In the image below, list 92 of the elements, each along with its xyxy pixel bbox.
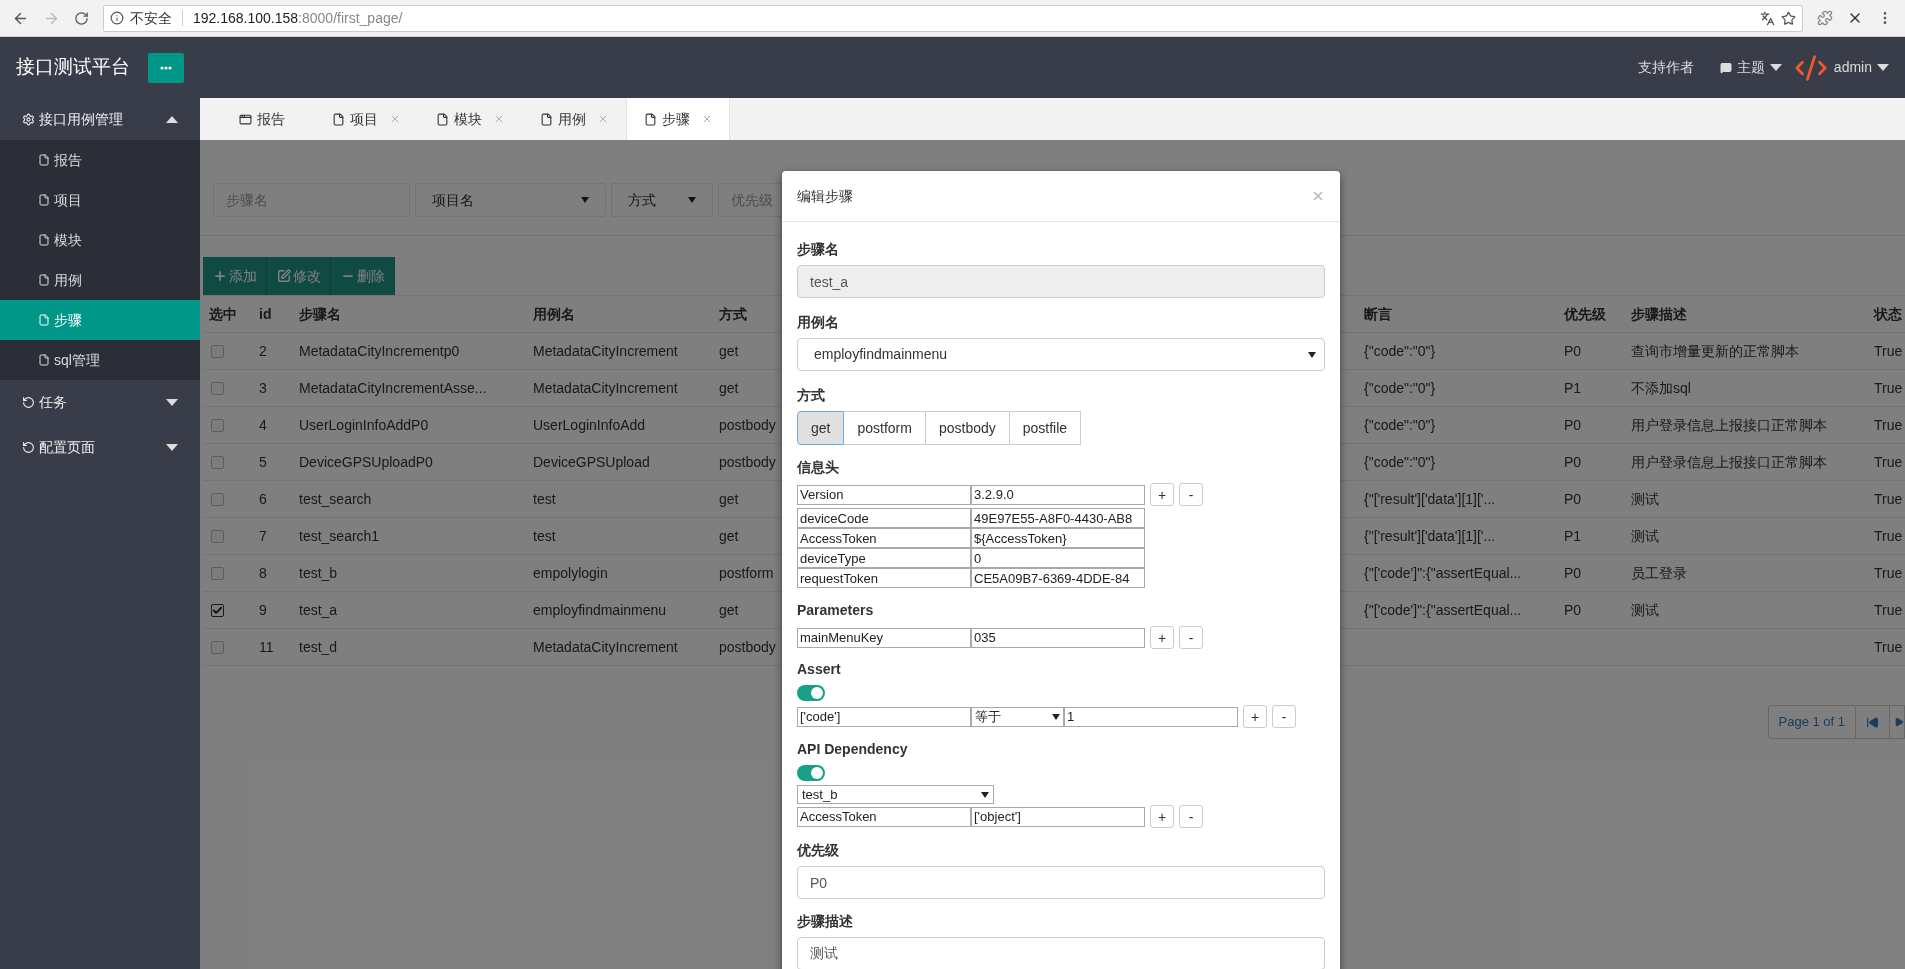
table-cell-text: True <box>1873 415 1904 435</box>
field-label: 步骤名 <box>797 240 840 259</box>
table-cell-text: True <box>1873 526 1904 546</box>
column-header: 状态 <box>1872 304 1903 324</box>
table-cell-text: 3 <box>258 378 268 398</box>
table-cell-text: DeviceGPSUploadP0 <box>298 452 434 472</box>
column-header: id <box>258 304 273 324</box>
table-cell-text: 不添加sql <box>1630 378 1692 398</box>
table-cell-text: get <box>718 341 740 361</box>
table-cell-text: UserLoginInfoAddP0 <box>298 415 430 435</box>
table-cell-text: MetadataCityIncrementAsse... <box>298 378 488 398</box>
table-cell-text: test_a <box>298 600 339 620</box>
table-cell-text: {"code":"0"} <box>1363 415 1437 435</box>
table-cell-text: P0 <box>1563 452 1583 472</box>
table-cell-text: MetadataCityIncrement <box>532 378 679 398</box>
table-cell-text: test_search <box>298 489 373 509</box>
table-cell-text: MetadataCityIncrementp0 <box>298 341 461 361</box>
field-label: API Dependency <box>797 740 909 759</box>
table-cell-text: UserLoginInfoAdd <box>532 415 647 435</box>
table-cell-text: P1 <box>1563 378 1583 398</box>
table-cell-text: True <box>1873 637 1904 657</box>
table-cell-text: P0 <box>1563 341 1583 361</box>
field-label: 步骤描述 <box>797 912 854 931</box>
table-cell-text: MetadataCityIncrement <box>532 341 679 361</box>
table-cell-text: 测试 <box>1630 600 1660 620</box>
table-cell-text: get <box>718 600 740 620</box>
table-cell-text: 7 <box>258 526 268 546</box>
table-cell-text: 4 <box>258 415 268 435</box>
table-cell-text: 测试 <box>1630 489 1660 509</box>
table-cell-text: True <box>1873 600 1904 620</box>
table-cell-text: postbody <box>718 415 777 435</box>
column-header: 步骤名 <box>298 304 342 324</box>
table-cell-text: P0 <box>1563 489 1583 509</box>
table-cell-text: test_search1 <box>298 526 381 546</box>
table-cell-text: 测试 <box>1630 526 1660 546</box>
table-cell-text: 员工登录 <box>1630 563 1688 583</box>
table-cell-text: P0 <box>1563 415 1583 435</box>
field-label: 优先级 <box>797 841 840 860</box>
table-cell-text: test <box>532 526 557 546</box>
column-header: 选中 <box>208 304 238 324</box>
column-header: 方式 <box>718 304 748 324</box>
table-cell-text: {"code":"0"} <box>1363 378 1437 398</box>
table-cell-text: P0 <box>1563 600 1583 620</box>
column-header: 断言 <box>1363 304 1393 324</box>
table-cell-text: True <box>1873 452 1904 472</box>
table-cell-text: {"code":"0"} <box>1363 341 1437 361</box>
table-cell-text: postbody <box>718 637 777 657</box>
dialog-title: 编辑步骤 <box>797 186 853 206</box>
app-title: 接口测试平台 <box>16 55 130 80</box>
table-cell-text: 2 <box>258 341 268 361</box>
table-cell-text: MetadataCityIncrement <box>532 637 679 657</box>
table-cell-text: {"code":"0"} <box>1363 452 1437 472</box>
table-cell-text: 用户登录信息上报接口正常脚本 <box>1630 452 1828 472</box>
table-cell-text: postbody <box>718 452 777 472</box>
table-cell-text: 查询市增量更新的正常脚本 <box>1630 341 1800 361</box>
table-cell-text: 用户登录信息上报接口正常脚本 <box>1630 415 1828 435</box>
security-label: 不安全 <box>130 8 172 28</box>
table-cell-text: True <box>1873 378 1904 398</box>
table-cell-text: {"['result']['data'][1]['... <box>1363 526 1497 546</box>
table-cell-text: P0 <box>1563 563 1583 583</box>
table-cell-text: True <box>1873 341 1904 361</box>
table-cell-text: get <box>718 378 740 398</box>
table-cell-text: P1 <box>1563 526 1583 546</box>
table-cell-text: {"['code']":{"assertEqual... <box>1363 600 1523 620</box>
table-cell-text: postform <box>718 563 775 583</box>
table-cell-text: employfindmainmenu <box>532 600 668 620</box>
column-header: 优先级 <box>1563 304 1607 324</box>
table-cell-text: 8 <box>258 563 268 583</box>
column-header: 步骤描述 <box>1630 304 1688 324</box>
table-cell-text: test <box>532 489 557 509</box>
table-cell-text: 6 <box>258 489 268 509</box>
table-cell-text: {"['result']['data'][1]['... <box>1363 489 1497 509</box>
field-label: 信息头 <box>797 458 840 477</box>
column-header: 用例名 <box>532 304 576 324</box>
table-cell-text: DeviceGPSUpload <box>532 452 651 472</box>
table-cell-text: test_d <box>298 637 339 657</box>
field-label: Parameters <box>797 601 875 620</box>
field-label: 方式 <box>797 386 826 405</box>
field-label: Assert <box>797 660 842 679</box>
table-cell-text: True <box>1873 489 1904 509</box>
table-cell-text: test_b <box>298 563 339 583</box>
table-cell-text: 9 <box>258 600 268 620</box>
table-cell-text: 11 <box>258 637 275 657</box>
page-info: Page 1 of 1 <box>1768 706 1856 738</box>
field-label: 用例名 <box>797 313 840 332</box>
url-text: 192.168.100.158:8000/first_page/ <box>193 8 403 28</box>
table-cell-text: True <box>1873 563 1904 583</box>
table-cell-text: empolylogin <box>532 563 609 583</box>
table-cell-text: get <box>718 489 740 509</box>
table-cell-text: 5 <box>258 452 268 472</box>
table-cell-text: get <box>718 526 740 546</box>
table-cell-text: {"['code']":{"assertEqual... <box>1363 563 1523 583</box>
